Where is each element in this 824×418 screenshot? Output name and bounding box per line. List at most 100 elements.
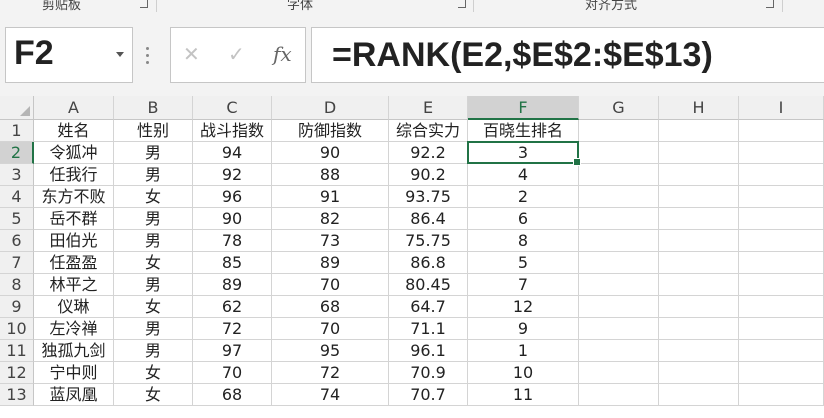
cell-c1[interactable]: 战斗指数 [193, 120, 272, 142]
cell-h9[interactable] [659, 296, 739, 318]
row-header[interactable]: 2 [0, 142, 34, 164]
name-box[interactable]: F2 [5, 27, 133, 83]
cell-e7[interactable]: 86.8 [389, 252, 468, 274]
cell-c5[interactable]: 90 [193, 208, 272, 230]
cell-i3[interactable] [739, 164, 824, 186]
cell-c7[interactable]: 85 [193, 252, 272, 274]
cell-f7[interactable]: 5 [468, 252, 579, 274]
row-header[interactable]: 7 [0, 252, 34, 274]
alignment-launcher-icon[interactable] [766, 0, 774, 8]
row-header[interactable]: 1 [0, 120, 34, 142]
cell-b2[interactable]: 男 [114, 142, 193, 164]
cell-g6[interactable] [579, 230, 659, 252]
spreadsheet-grid[interactable]: A B C D E F G H I 1 姓名 性别 战斗指数 防御指数 综合实力 百晓生排名 2 令狐冲男 94 90… [0, 96, 824, 418]
cell-g10[interactable] [579, 318, 659, 340]
row-header[interactable]: 11 [0, 340, 34, 362]
cell-i10[interactable] [739, 318, 824, 340]
row-header[interactable]: 3 [0, 164, 34, 186]
cell-d5[interactable]: 82 [272, 208, 389, 230]
column-header-i[interactable]: I [739, 96, 824, 120]
cell-e13[interactable]: 70.7 [389, 384, 468, 406]
formula-input[interactable]: =RANK(E2,$E$2:$E$13) [311, 27, 824, 83]
cell-b12[interactable]: 女 [114, 362, 193, 384]
cell-i12[interactable] [739, 362, 824, 384]
cell-e9[interactable]: 64.7 [389, 296, 468, 318]
cell-g9[interactable] [579, 296, 659, 318]
cell-b4[interactable]: 女 [114, 186, 193, 208]
cell-i4[interactable] [739, 186, 824, 208]
row-header[interactable]: 4 [0, 186, 34, 208]
cell-a9[interactable]: 仪琳 [34, 296, 114, 318]
cell-e11[interactable]: 96.1 [389, 340, 468, 362]
row-header[interactable]: 6 [0, 230, 34, 252]
cell-f9[interactable]: 12 [468, 296, 579, 318]
cell-f13[interactable]: 11 [468, 384, 579, 406]
cell-i5[interactable] [739, 208, 824, 230]
check-icon[interactable]: ✓ [228, 42, 245, 66]
cell-e1[interactable]: 综合实力 [389, 120, 468, 142]
cell-g7[interactable] [579, 252, 659, 274]
cell-a5[interactable]: 岳不群 [34, 208, 114, 230]
cell-f1[interactable]: 百晓生排名 [468, 120, 579, 142]
cell-g11[interactable] [579, 340, 659, 362]
cell-b9[interactable]: 女 [114, 296, 193, 318]
row-header[interactable]: 8 [0, 274, 34, 296]
cell-b7[interactable]: 女 [114, 252, 193, 274]
cell-i1[interactable] [739, 120, 824, 142]
cell-d1[interactable]: 防御指数 [272, 120, 389, 142]
select-all-button[interactable] [0, 96, 34, 120]
cell-e6[interactable]: 75.75 [389, 230, 468, 252]
cell-e8[interactable]: 80.45 [389, 274, 468, 296]
cell-i9[interactable] [739, 296, 824, 318]
cell-d13[interactable]: 74 [272, 384, 389, 406]
column-header-c[interactable]: C [193, 96, 272, 120]
cell-f12[interactable]: 10 [468, 362, 579, 384]
column-header-d[interactable]: D [272, 96, 389, 120]
cell-a3[interactable]: 任我行 [34, 164, 114, 186]
cell-f2[interactable]: 3 [468, 142, 579, 164]
cell-i8[interactable] [739, 274, 824, 296]
cell-d7[interactable]: 89 [272, 252, 389, 274]
cell-f10[interactable]: 9 [468, 318, 579, 340]
cell-b5[interactable]: 男 [114, 208, 193, 230]
cell-d12[interactable]: 72 [272, 362, 389, 384]
cell-a10[interactable]: 左冷禅 [34, 318, 114, 340]
cell-f5[interactable]: 6 [468, 208, 579, 230]
cell-d11[interactable]: 95 [272, 340, 389, 362]
cell-e10[interactable]: 71.1 [389, 318, 468, 340]
cell-h3[interactable] [659, 164, 739, 186]
cell-a4[interactable]: 东方不败 [34, 186, 114, 208]
cell-i7[interactable] [739, 252, 824, 274]
column-header-b[interactable]: B [114, 96, 193, 120]
cell-h10[interactable] [659, 318, 739, 340]
cell-a13[interactable]: 蓝凤凰 [34, 384, 114, 406]
cell-e2[interactable]: 92.2 [389, 142, 468, 164]
cell-g4[interactable] [579, 186, 659, 208]
cell-c4[interactable]: 96 [193, 186, 272, 208]
column-header-h[interactable]: H [659, 96, 739, 120]
cell-b1[interactable]: 性别 [114, 120, 193, 142]
row-header[interactable]: 10 [0, 318, 34, 340]
column-header-e[interactable]: E [389, 96, 468, 120]
cell-h4[interactable] [659, 186, 739, 208]
cell-c10[interactable]: 72 [193, 318, 272, 340]
cell-i6[interactable] [739, 230, 824, 252]
cell-h12[interactable] [659, 362, 739, 384]
cell-c2[interactable]: 94 [193, 142, 272, 164]
cell-c6[interactable]: 78 [193, 230, 272, 252]
cell-f4[interactable]: 2 [468, 186, 579, 208]
column-header-a[interactable]: A [34, 96, 114, 120]
cell-h11[interactable] [659, 340, 739, 362]
cell-b13[interactable]: 女 [114, 384, 193, 406]
cell-h8[interactable] [659, 274, 739, 296]
cancel-x-icon[interactable]: ✕ [183, 42, 200, 66]
cell-i13[interactable] [739, 384, 824, 406]
cell-g5[interactable] [579, 208, 659, 230]
cell-d2[interactable]: 90 [272, 142, 389, 164]
column-header-f[interactable]: F [468, 96, 579, 120]
cell-c12[interactable]: 70 [193, 362, 272, 384]
cell-h2[interactable] [659, 142, 739, 164]
font-launcher-icon[interactable] [458, 0, 466, 8]
cell-g3[interactable] [579, 164, 659, 186]
cell-f8[interactable]: 7 [468, 274, 579, 296]
